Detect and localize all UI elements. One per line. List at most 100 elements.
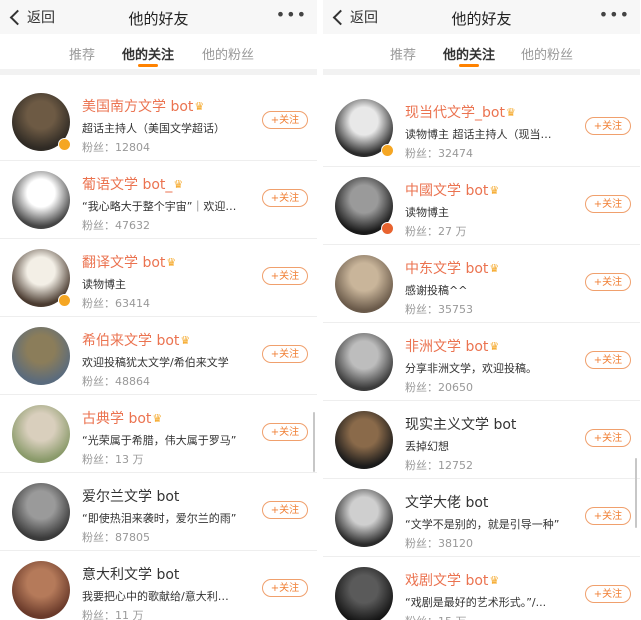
fans-count: 粉丝：87805: [82, 529, 150, 545]
fans-value: 27 万: [438, 225, 467, 238]
fans-count: 粉丝：12804: [82, 139, 150, 155]
account-row[interactable]: 古典学 bot ♛ “光荣属于希腊，伟大属于罗马” 粉丝：13 万 +关注: [0, 395, 317, 473]
account-row[interactable]: 中东文学 bot ♛ 感谢投稿^^ 粉丝：35753 +关注: [323, 245, 640, 323]
account-name-wrap: 爱尔兰文学 bot: [82, 486, 179, 506]
follow-button[interactable]: +关注: [262, 189, 308, 207]
page-title: 他的好友: [128, 10, 189, 28]
avatar[interactable]: [12, 405, 70, 463]
account-row[interactable]: 现当代文学_bot♛ 读物博主 超话主持人（现当代文学） 粉丝：32474 +关注: [323, 89, 640, 167]
fans-label: 粉丝：: [82, 297, 115, 310]
account-name[interactable]: 古典学 bot: [82, 408, 151, 428]
account-name[interactable]: 爱尔兰文学 bot: [82, 486, 179, 506]
account-name[interactable]: 非洲文学 bot: [405, 336, 488, 356]
tab-followers[interactable]: 他的粉丝: [521, 44, 573, 63]
fans-value: 13 万: [115, 453, 144, 466]
account-row[interactable]: 中國文学 bot ♛ 读物博主 粉丝：27 万 +关注: [323, 167, 640, 245]
account-name-wrap: 中东文学 bot ♛: [405, 258, 499, 278]
active-tab-indicator: [459, 64, 479, 67]
account-name[interactable]: 中國文学 bot: [405, 180, 488, 200]
follow-button[interactable]: +关注: [585, 195, 631, 213]
friends-panel-left: 返回 他的好友 ••• 推荐 他的关注 他的粉丝 美国南方文学 bot ♛ 超话主持…: [0, 0, 317, 620]
account-row[interactable]: 文学大佬 bot “文学不是别的，就是引导一种” 粉丝：38120 +关注: [323, 479, 640, 557]
verified-badge-icon: [381, 144, 394, 157]
avatar[interactable]: [12, 171, 70, 229]
account-description: 读物博主: [82, 278, 126, 291]
avatar[interactable]: [12, 483, 70, 541]
fans-count: 粉丝：38120: [405, 535, 473, 551]
account-name[interactable]: 戏剧文学 bot: [405, 570, 488, 590]
account-description: 超话主持人（美国文学超话）: [82, 122, 225, 135]
follow-button[interactable]: +关注: [262, 579, 308, 597]
fans-label: 粉丝：: [82, 453, 115, 466]
scrollbar[interactable]: [313, 412, 315, 472]
follow-button[interactable]: +关注: [585, 507, 631, 525]
avatar[interactable]: [335, 255, 393, 313]
more-icon[interactable]: •••: [599, 5, 630, 24]
follow-button[interactable]: +关注: [262, 501, 308, 519]
active-tab-indicator: [138, 64, 158, 67]
avatar[interactable]: [12, 327, 70, 385]
more-icon[interactable]: •••: [276, 5, 307, 24]
vip-crown-icon: ♛: [166, 255, 177, 269]
tab-following[interactable]: 他的关注: [122, 44, 174, 63]
avatar[interactable]: [335, 333, 393, 391]
account-row[interactable]: 葡语文学 bot_ ♛ “我心略大于整个宇宙”｜欢迎投稿 粉丝：47632 +关注: [0, 161, 317, 239]
account-row[interactable]: 爱尔兰文学 bot “即使热泪来袭时，爱尔兰的雨” 粉丝：87805 +关注: [0, 473, 317, 551]
account-name[interactable]: 希伯来文学 bot: [82, 330, 179, 350]
follow-button[interactable]: +关注: [262, 111, 308, 129]
account-name[interactable]: 意大利文学 bot: [82, 564, 179, 584]
friends-panel-right: 返回 他的好友 ••• 推荐 他的关注 他的粉丝 现当代文学_bot ♛ 读物博主 …: [323, 0, 640, 620]
account-row[interactable]: 现实主义文学 bot 丢掉幻想 粉丝：12752 +关注: [323, 401, 640, 479]
nav-bar: 返回 他的好友 •••: [323, 0, 640, 34]
account-name[interactable]: 美国南方文学 bot: [82, 96, 193, 116]
fans-value: 12752: [438, 459, 473, 472]
account-name[interactable]: 现当代文学_bot: [405, 102, 505, 122]
account-row[interactable]: 意大利文学 bot 我要把心中的歌献给/意大利文学 粉丝：11 万 +关注: [0, 551, 317, 620]
vip-crown-icon: ♛: [152, 411, 163, 425]
account-row[interactable]: 美国南方文学 bot ♛ 超话主持人（美国文学超话） 粉丝：12804 +关注: [0, 83, 317, 161]
account-row[interactable]: 翻译文学 bot ♛ 读物博主粉丝：63414 +关注: [0, 239, 317, 317]
tab-following[interactable]: 他的关注: [443, 44, 495, 63]
follow-button[interactable]: +关注: [262, 423, 308, 441]
follow-button[interactable]: +关注: [262, 267, 308, 285]
fans-count: 粉丝：11 万: [82, 607, 144, 620]
avatar[interactable]: [335, 411, 393, 469]
tab-separator: [0, 69, 317, 75]
tab-recommend[interactable]: 推荐: [390, 44, 416, 63]
follow-button[interactable]: +关注: [585, 117, 631, 135]
tab-recommend[interactable]: 推荐: [69, 44, 95, 63]
account-name[interactable]: 翻译文学 bot: [82, 252, 165, 272]
account-name[interactable]: 中东文学 bot: [405, 258, 488, 278]
avatar[interactable]: [335, 489, 393, 547]
fans-value: 32474: [438, 147, 473, 160]
account-name[interactable]: 葡语文学 bot_: [82, 174, 172, 194]
avatar[interactable]: [335, 567, 393, 620]
avatar[interactable]: [12, 561, 70, 619]
fans-value: 63414: [115, 297, 150, 310]
follow-button[interactable]: +关注: [585, 585, 631, 603]
account-name-wrap: 非洲文学 bot ♛: [405, 336, 499, 356]
account-name-wrap: 现当代文学_bot ♛: [405, 102, 516, 122]
fans-count: 粉丝：12752: [405, 457, 473, 473]
follow-button[interactable]: +关注: [262, 345, 308, 363]
follow-button[interactable]: +关注: [585, 273, 631, 291]
verified-badge-icon: [381, 222, 394, 235]
account-row[interactable]: 戏剧文学 bot♛ “戏剧是最好的艺术形式。”/... 粉丝：15 万 +关注: [323, 557, 640, 620]
follow-button[interactable]: +关注: [585, 429, 631, 447]
account-description: 读物博主 超话主持人（现当代文学）: [405, 128, 560, 141]
account-name[interactable]: 现实主义文学 bot: [405, 414, 516, 434]
account-description: “我心略大于整个宇宙”｜欢迎投稿: [82, 200, 237, 213]
account-description: 感谢投稿^^: [405, 284, 468, 297]
fans-count: 粉丝：48864: [82, 373, 150, 389]
vip-crown-icon: ♛: [489, 261, 500, 275]
fans-label: 粉丝：: [405, 381, 438, 394]
account-row[interactable]: 非洲文学 bot ♛ 分享非洲文学，欢迎投稿。 粉丝：20650 +关注: [323, 323, 640, 401]
follow-button[interactable]: +关注: [585, 351, 631, 369]
account-row[interactable]: 希伯来文学 bot ♛ 欢迎投稿犹太文学/希伯来文学 粉丝：48864 +关注: [0, 317, 317, 395]
fans-value: 38120: [438, 537, 473, 550]
vip-crown-icon: ♛: [489, 573, 500, 587]
account-name[interactable]: 文学大佬 bot: [405, 492, 488, 512]
tab-followers[interactable]: 他的粉丝: [202, 44, 254, 63]
account-name-wrap: 希伯来文学 bot ♛: [82, 330, 190, 350]
scrollbar[interactable]: [635, 458, 637, 528]
